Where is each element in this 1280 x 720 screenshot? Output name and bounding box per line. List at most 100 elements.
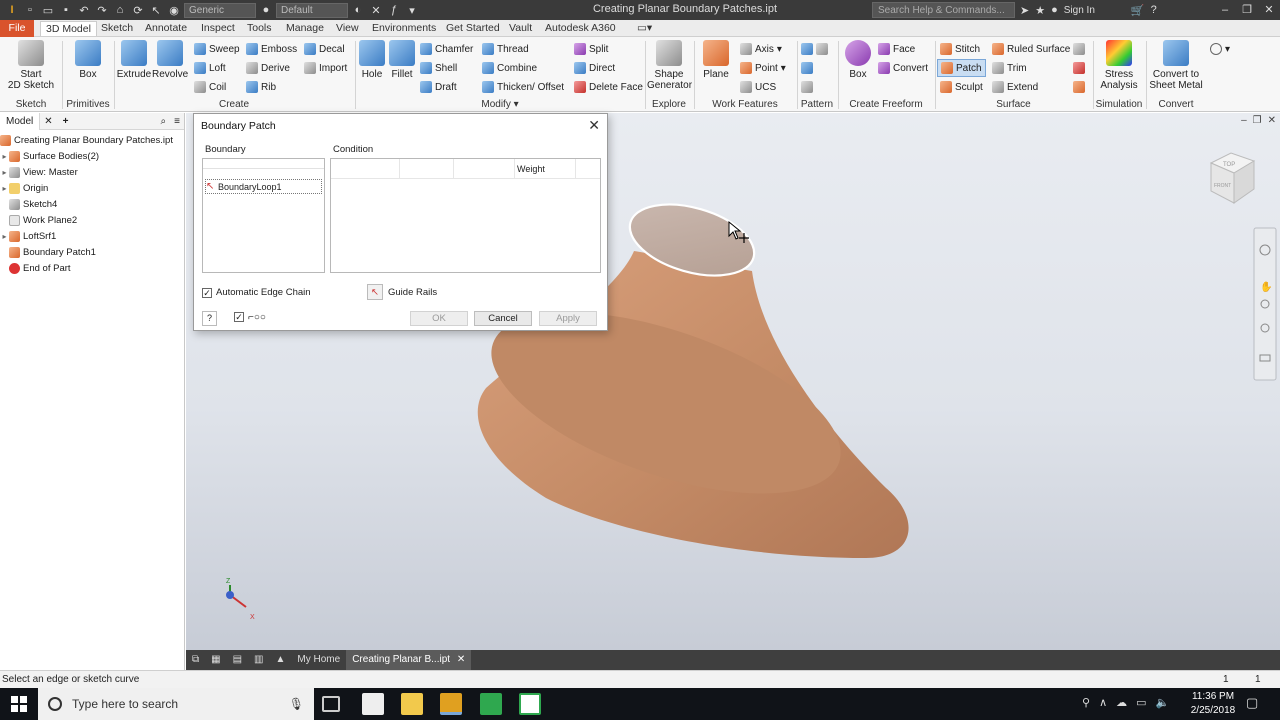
tab-environments[interactable]: Environments [367,21,441,36]
stitch-button[interactable]: Stitch [940,41,980,57]
point-button[interactable]: Point ▾ [740,60,786,76]
tab-my-home[interactable]: My Home [291,650,346,670]
preview-toggle[interactable]: ✓ ⌐○○ [234,312,266,323]
dialog-close-icon[interactable]: ✕ [588,117,600,134]
start-button[interactable] [0,688,38,720]
box-primitive-button[interactable]: Box [70,40,106,80]
viewport-close-icon[interactable]: ✕ [1268,115,1276,126]
save-icon[interactable]: ▪ [58,2,74,18]
expand-icon[interactable]: ▸ [0,152,9,161]
guide-rails-arrow-icon[interactable]: ↖ [367,284,383,300]
tile-icon[interactable]: ⧉ [186,650,205,670]
people-icon[interactable]: ⚲ [1082,696,1090,709]
fillet-button[interactable]: Fillet [387,40,417,80]
sweep-button[interactable]: Sweep [194,41,240,57]
select-icon[interactable]: ↖ [148,2,164,18]
ribbon-options-icon[interactable]: ▾ [1210,41,1230,57]
tree-item-sketch4[interactable]: Sketch4 [0,196,57,212]
search-icon[interactable]: ⌕ [157,116,171,127]
shape-generator-button[interactable]: Shape Generator [647,40,692,91]
new-file-icon[interactable]: ▫ [22,2,38,18]
tree-item-work-plane2[interactable]: Work Plane2 [0,212,77,228]
cascade-icon[interactable]: ▦ [205,650,226,670]
tab-3d-model[interactable]: 3D Model [40,21,97,36]
search-arrow-icon[interactable]: ➤ [1020,4,1029,17]
boundary-list[interactable]: ↖ BoundaryLoop1 [202,158,325,273]
viewport-restore-icon[interactable]: ❐ [1253,115,1262,126]
help-icon[interactable]: ? [202,311,217,326]
network-icon[interactable]: ▭ [1136,696,1146,709]
restore-icon[interactable]: ❐ [1236,0,1258,20]
loft-button[interactable]: Loft [194,60,226,76]
derive-button[interactable]: Derive [246,60,290,76]
convert-button[interactable]: Convert [878,60,928,76]
start-sketch-button[interactable]: Start 2D Sketch [6,40,56,91]
material-select[interactable]: Generic [184,2,256,18]
boundary-loop-item[interactable]: ↖ BoundaryLoop1 [205,179,322,194]
import-button[interactable]: Import [304,60,347,76]
minimize-icon[interactable]: – [1214,0,1236,20]
home-icon[interactable]: ▲ [270,650,292,670]
tab-manage[interactable]: Manage [281,21,329,36]
update-icon[interactable]: ⟳ [130,2,146,18]
close-icon[interactable]: ✕ [40,116,56,127]
draft-button[interactable]: Draft [420,79,457,95]
convert-sheet-metal-button[interactable]: Convert to Sheet Metal [1148,40,1204,91]
fit-mesh-face-button[interactable] [1073,79,1085,95]
expand-icon[interactable]: ▸ [0,168,9,177]
hole-button[interactable]: Hole [357,40,387,80]
mail-icon[interactable] [362,693,384,715]
redo-icon[interactable]: ↷ [94,2,110,18]
taskbar-search-box[interactable]: Type here to search 🎙 [38,688,314,720]
system-clock[interactable]: 11:36 PM 2/25/2018 [1183,690,1243,718]
task-view-icon[interactable] [322,696,340,712]
cloud-icon[interactable]: ☁ [1116,696,1127,709]
camtasia-icon[interactable] [480,693,502,715]
rib-button[interactable]: Rib [246,79,276,95]
extrude-button[interactable]: Extrude [116,40,152,80]
qat-more-icon[interactable]: ▾ [404,2,420,18]
thread-button[interactable]: Thread [482,41,529,57]
viewport-minimize-icon[interactable]: – [1241,115,1247,126]
tree-item-surface-bodies[interactable]: ▸ Surface Bodies(2) [0,148,99,164]
tree-item-loftsrf1[interactable]: ▸ LoftSrf1 [0,228,56,244]
adjust-icon[interactable]: ◐ [350,2,366,18]
navigation-bar[interactable]: ✋ [1253,227,1277,381]
combine-button[interactable]: Combine [482,60,537,76]
thicken-offset-button[interactable]: Thicken/ Offset [482,79,564,95]
menu-icon[interactable]: ≡ [170,116,184,127]
mirror-icon[interactable] [816,43,828,55]
tab-autodesk-a360[interactable]: Autodesk A360 [540,21,621,36]
delete-face-button[interactable]: Delete Face [574,79,643,95]
group-modify-label[interactable]: Modify ▾ [355,99,645,110]
trim-button[interactable]: Trim [992,60,1027,76]
ruled-surface-button[interactable]: Ruled Surface [992,41,1070,57]
help-icon[interactable]: ? [1151,4,1157,16]
help-search-input[interactable]: Search Help & Commands... [872,2,1015,18]
pan-icon[interactable]: ✋ [1260,280,1272,293]
sketch-pattern-button[interactable] [801,79,813,95]
microphone-icon[interactable]: 🎙 [289,697,304,711]
tree-item-part[interactable]: Creating Planar Boundary Patches.ipt [0,132,173,148]
tab-file[interactable]: File [0,20,34,37]
replace-face-button[interactable] [1073,41,1085,57]
decal-button[interactable]: Decal [304,41,345,57]
cancel-button[interactable]: Cancel [474,311,532,326]
chamfer-button[interactable]: Chamfer [420,41,473,57]
extend-button[interactable]: Extend [992,79,1038,95]
tab-annotate[interactable]: Annotate [140,21,192,36]
guide-rails-selector[interactable]: ↖ Guide Rails [367,284,437,300]
expand-icon[interactable]: ▸ [0,184,9,193]
notifications-icon[interactable]: ▢ [1246,695,1258,711]
revolve-button[interactable]: Revolve [152,40,188,80]
sculpt-button[interactable]: Sculpt [940,79,983,95]
face-button[interactable]: Face [878,41,915,57]
ok-button[interactable]: OK [410,311,468,326]
tab-vault[interactable]: Vault [504,21,537,36]
parameters-icon[interactable]: ƒ [386,2,402,18]
tree-item-view[interactable]: ▸ View: Master [0,164,78,180]
recorder-icon[interactable] [519,693,541,715]
close-tab-icon[interactable]: ✕ [457,654,465,665]
tab-sketch[interactable]: Sketch [96,21,138,36]
add-tab-icon[interactable]: + [57,116,75,127]
